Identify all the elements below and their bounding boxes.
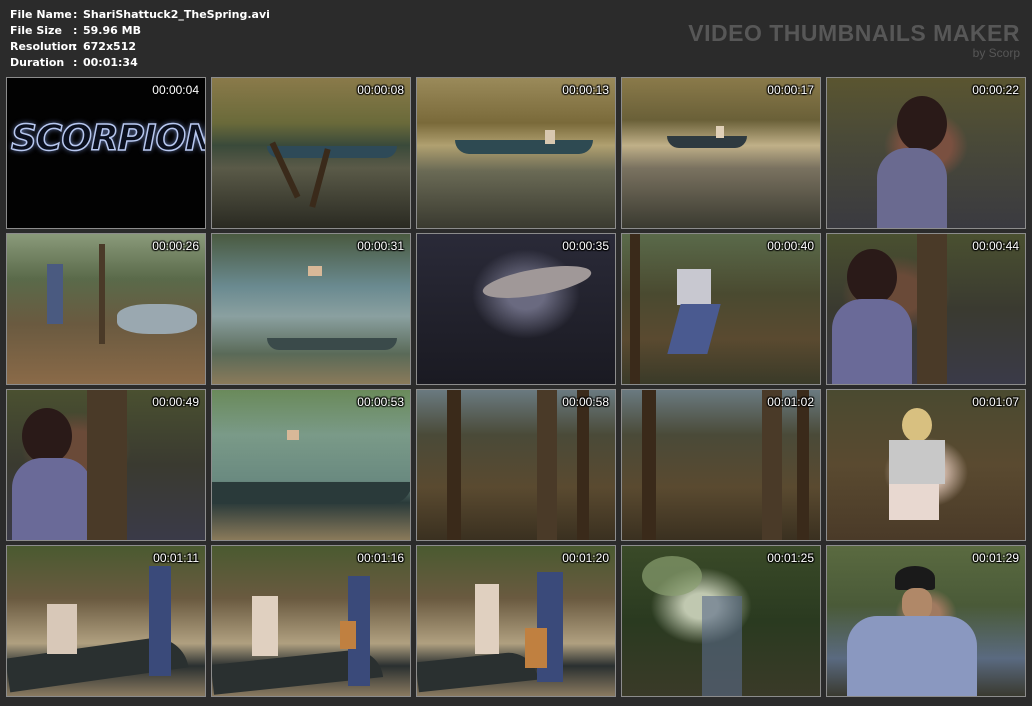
- timestamp: 00:00:40: [767, 239, 814, 253]
- thumbnail-2[interactable]: 00:00:08: [211, 77, 411, 229]
- file-name-label: File Name: [10, 8, 72, 21]
- file-name-row: File Name : ShariShattuck2_TheSpring.avi: [10, 7, 270, 23]
- thumbnail-image: [417, 390, 615, 540]
- timestamp: 00:01:16: [357, 551, 404, 565]
- watermark-title: VIDEO THUMBNAILS MAKER: [688, 20, 1020, 46]
- thumbnail-image: [417, 546, 615, 696]
- separator: :: [73, 8, 78, 21]
- thumbnail-10[interactable]: 00:00:44: [826, 233, 1026, 385]
- thumbnail-grid: SCORPION 00:00:04 00:00:08 00:00:13 00:0…: [6, 77, 1026, 697]
- separator: :: [73, 40, 78, 53]
- timestamp: 00:01:02: [767, 395, 814, 409]
- watermark: VIDEO THUMBNAILS MAKER by Scorp: [688, 20, 1020, 59]
- thumbnail-6[interactable]: 00:00:26: [6, 233, 206, 385]
- thumbnail-8[interactable]: 00:00:35: [416, 233, 616, 385]
- resolution-label: Resolution: [10, 40, 77, 53]
- thumbnail-image: [622, 234, 820, 384]
- timestamp: 00:00:08: [357, 83, 404, 97]
- thumbnail-15[interactable]: 00:01:07: [826, 389, 1026, 541]
- thumbnail-16[interactable]: 00:01:11: [6, 545, 206, 697]
- thumbnail-5[interactable]: 00:00:22: [826, 77, 1026, 229]
- timestamp: 00:01:07: [972, 395, 1019, 409]
- file-name-value: ShariShattuck2_TheSpring.avi: [83, 8, 270, 21]
- timestamp: 00:00:53: [357, 395, 404, 409]
- thumbnail-image: [417, 78, 615, 228]
- file-size-value: 59.96 MB: [83, 24, 141, 37]
- thumbnail-image: [622, 390, 820, 540]
- thumbnail-9[interactable]: 00:00:40: [621, 233, 821, 385]
- timestamp: 00:01:29: [972, 551, 1019, 565]
- thumbnail-image: [622, 78, 820, 228]
- timestamp: 00:00:58: [562, 395, 609, 409]
- thumbnail-13[interactable]: 00:00:58: [416, 389, 616, 541]
- thumbnail-4[interactable]: 00:00:17: [621, 77, 821, 229]
- timestamp: 00:00:13: [562, 83, 609, 97]
- timestamp: 00:01:20: [562, 551, 609, 565]
- timestamp: 00:00:22: [972, 83, 1019, 97]
- file-info-panel: File Name : ShariShattuck2_TheSpring.avi…: [10, 7, 270, 71]
- separator: :: [73, 56, 78, 69]
- thumbnail-image: [212, 390, 410, 540]
- thumbnail-3[interactable]: 00:00:13: [416, 77, 616, 229]
- duration-value: 00:01:34: [83, 56, 138, 69]
- title-logo-text: SCORPION: [10, 117, 206, 160]
- thumbnail-image: [212, 234, 410, 384]
- thumbnail-1[interactable]: SCORPION 00:00:04: [6, 77, 206, 229]
- watermark-subtitle: by Scorp: [972, 46, 1020, 60]
- duration-label: Duration: [10, 56, 65, 69]
- thumbnail-19[interactable]: 00:01:25: [621, 545, 821, 697]
- thumbnail-image: [827, 234, 1025, 384]
- timestamp: 00:01:11: [153, 551, 199, 565]
- thumbnail-11[interactable]: 00:00:49: [6, 389, 206, 541]
- thumbnail-image: [7, 546, 205, 696]
- thumbnail-20[interactable]: 00:01:29: [826, 545, 1026, 697]
- thumbnail-image: [7, 234, 205, 384]
- thumbnail-7[interactable]: 00:00:31: [211, 233, 411, 385]
- thumbnail-image: [827, 390, 1025, 540]
- thumbnail-image: [212, 78, 410, 228]
- thumbnail-image: [827, 546, 1025, 696]
- thumbnail-image: [622, 546, 820, 696]
- file-size-row: File Size : 59.96 MB: [10, 23, 270, 39]
- timestamp: 00:00:04: [152, 83, 199, 97]
- timestamp: 00:00:26: [152, 239, 199, 253]
- resolution-row: Resolution : 672x512: [10, 39, 270, 55]
- thumbnail-12[interactable]: 00:00:53: [211, 389, 411, 541]
- thumbnail-image: [7, 390, 205, 540]
- resolution-value: 672x512: [83, 40, 137, 53]
- timestamp: 00:00:49: [152, 395, 199, 409]
- timestamp: 00:00:31: [357, 239, 404, 253]
- timestamp: 00:00:17: [767, 83, 814, 97]
- separator: :: [73, 24, 78, 37]
- thumbnail-image: [212, 546, 410, 696]
- file-size-label: File Size: [10, 24, 62, 37]
- timestamp: 00:01:25: [767, 551, 814, 565]
- timestamp: 00:00:35: [562, 239, 609, 253]
- thumbnail-image: [417, 234, 615, 384]
- thumbnail-14[interactable]: 00:01:02: [621, 389, 821, 541]
- thumbnail-image: [827, 78, 1025, 228]
- thumbnail-18[interactable]: 00:01:20: [416, 545, 616, 697]
- thumbnail-17[interactable]: 00:01:16: [211, 545, 411, 697]
- duration-row: Duration : 00:01:34: [10, 55, 270, 71]
- timestamp: 00:00:44: [972, 239, 1019, 253]
